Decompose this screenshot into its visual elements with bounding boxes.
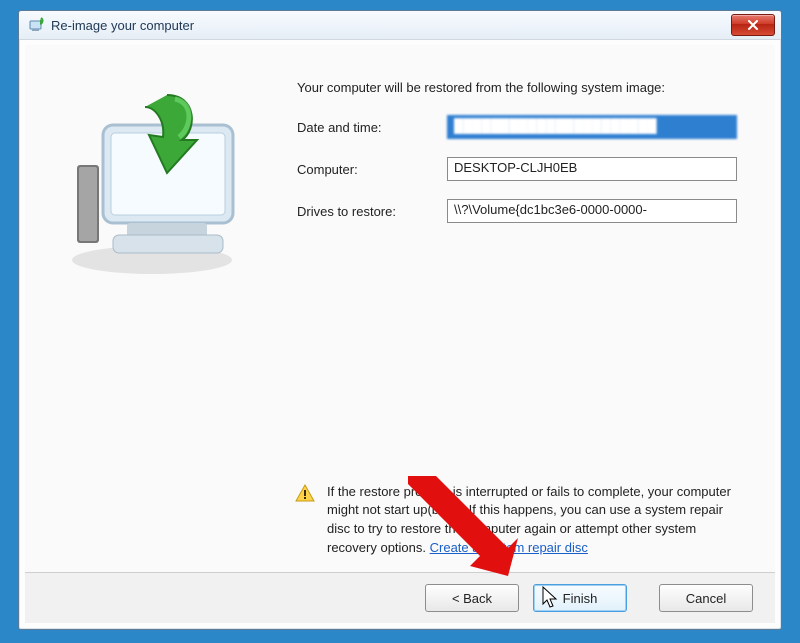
finish-button[interactable]: Finish [533,584,627,612]
warning-icon [295,483,315,503]
wizard-window: Re-image your computer [18,10,782,630]
value-computer[interactable]: DESKTOP-CLJH0EB [447,157,737,181]
window-title: Re-image your computer [51,18,194,33]
wizard-graphic [47,85,257,288]
row-drives: Drives to restore: \\?\Volume{dc1bc3e6-0… [297,199,753,223]
create-repair-disc-link[interactable]: Create a system repair disc [430,540,588,555]
label-computer: Computer: [297,162,447,177]
warning-section: If the restore process is interrupted or… [295,483,749,558]
value-drives[interactable]: \\?\Volume{dc1bc3e6-0000-0000- [447,199,737,223]
close-icon [747,20,759,30]
cancel-button[interactable]: Cancel [659,584,753,612]
button-bar: < Back Finish Cancel [25,572,775,623]
content-area: Your computer will be restored from the … [25,45,775,568]
main-panel: Your computer will be restored from the … [297,65,753,223]
label-datetime: Date and time: [297,120,447,135]
intro-text: Your computer will be restored from the … [297,79,753,97]
label-drives: Drives to restore: [297,204,447,219]
value-datetime[interactable]: ██████████████████████ [447,115,737,139]
close-button[interactable] [731,14,775,36]
client-area: Your computer will be restored from the … [25,45,775,623]
back-button[interactable]: < Back [425,584,519,612]
row-computer: Computer: DESKTOP-CLJH0EB [297,157,753,181]
title-bar: Re-image your computer [19,11,781,40]
row-datetime: Date and time: ██████████████████████ [297,115,753,139]
warning-text: If the restore process is interrupted or… [327,483,749,558]
app-icon [29,17,45,33]
